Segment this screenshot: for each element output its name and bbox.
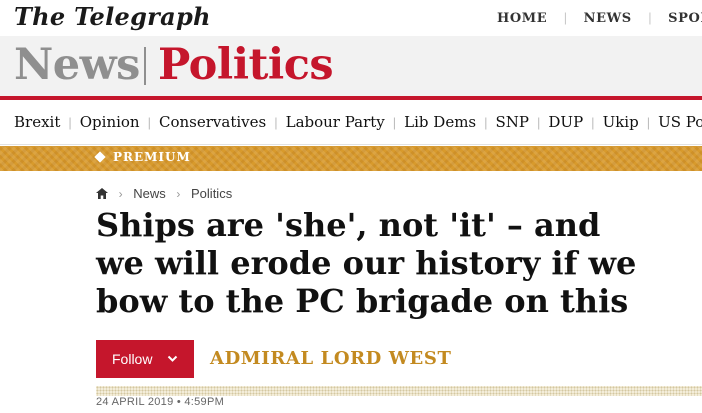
breadcrumb-item-news[interactable]: News (133, 186, 166, 201)
sub-nav-separator: | (392, 115, 397, 130)
chevron-down-icon (167, 355, 178, 362)
premium-label: PREMIUM (94, 150, 191, 164)
section-header: News Politics (0, 36, 702, 96)
top-nav-sport[interactable]: SPORT (668, 11, 702, 26)
top-nav-news[interactable]: NEWS (584, 11, 632, 26)
top-nav-separator: | (563, 10, 568, 25)
sub-nav-separator: | (537, 115, 541, 130)
article-headline: Ships are 'she', not 'it' – and we will … (96, 206, 637, 320)
top-bar: The Telegraph HOME | NEWS | SPORT (0, 0, 702, 36)
breadcrumb-chevron-icon: › (176, 187, 181, 201)
sub-nav-item-opinion[interactable]: Opinion (80, 113, 140, 131)
follow-button[interactable]: Follow (96, 340, 194, 378)
sub-nav-item-snp[interactable]: SNP (496, 113, 530, 131)
section-parent-link[interactable]: News (14, 38, 140, 92)
site-logo[interactable]: The Telegraph (14, 2, 211, 31)
sub-nav-items: Brexit | Opinion | Conservatives | Labour Part… (14, 113, 702, 132)
section-divider (144, 47, 146, 85)
sub-nav-separator: | (68, 115, 72, 130)
follow-button-label: Follow (112, 351, 153, 367)
premium-label-text: PREMIUM (113, 150, 191, 164)
publish-timestamp: 24 APRIL 2019 • 4:59PM (96, 396, 225, 408)
breadcrumb-chevron-icon: › (118, 187, 123, 201)
house-icon[interactable] (96, 187, 108, 199)
top-nav-separator: | (648, 10, 652, 25)
sub-nav: Brexit | Opinion | Conservatives | Labour Part… (0, 100, 702, 145)
sub-nav-item-conservatives[interactable]: Conservatives (159, 113, 266, 131)
sub-nav-separator: | (591, 115, 595, 130)
sub-nav-item-dup[interactable]: DUP (548, 113, 583, 131)
top-nav: HOME | NEWS | SPORT (497, 9, 702, 27)
breadcrumb-item-politics[interactable]: Politics (191, 186, 232, 201)
section-current-title[interactable]: Politics (158, 38, 334, 92)
premium-banner: PREMIUM (0, 146, 702, 171)
sub-nav-item-labour-party[interactable]: Labour Party (286, 113, 385, 131)
sub-nav-item-brexit[interactable]: Brexit (14, 113, 60, 131)
sub-nav-item-ukip[interactable]: Ukip (603, 113, 639, 131)
author-name[interactable]: ADMIRAL LORD WEST (210, 348, 451, 369)
sub-nav-item-us-politics[interactable]: US Pol (658, 113, 702, 131)
sub-nav-item-lib-dems[interactable]: Lib Dems (404, 113, 476, 131)
sub-nav-separator: | (147, 115, 151, 130)
diamond-icon (94, 151, 106, 163)
top-nav-home[interactable]: HOME (497, 11, 547, 26)
dotted-divider (96, 386, 702, 396)
sub-nav-separator: | (646, 115, 651, 130)
breadcrumb: › News › Politics (96, 186, 232, 201)
sub-nav-separator: | (274, 115, 278, 130)
sub-nav-separator: | (484, 115, 488, 130)
